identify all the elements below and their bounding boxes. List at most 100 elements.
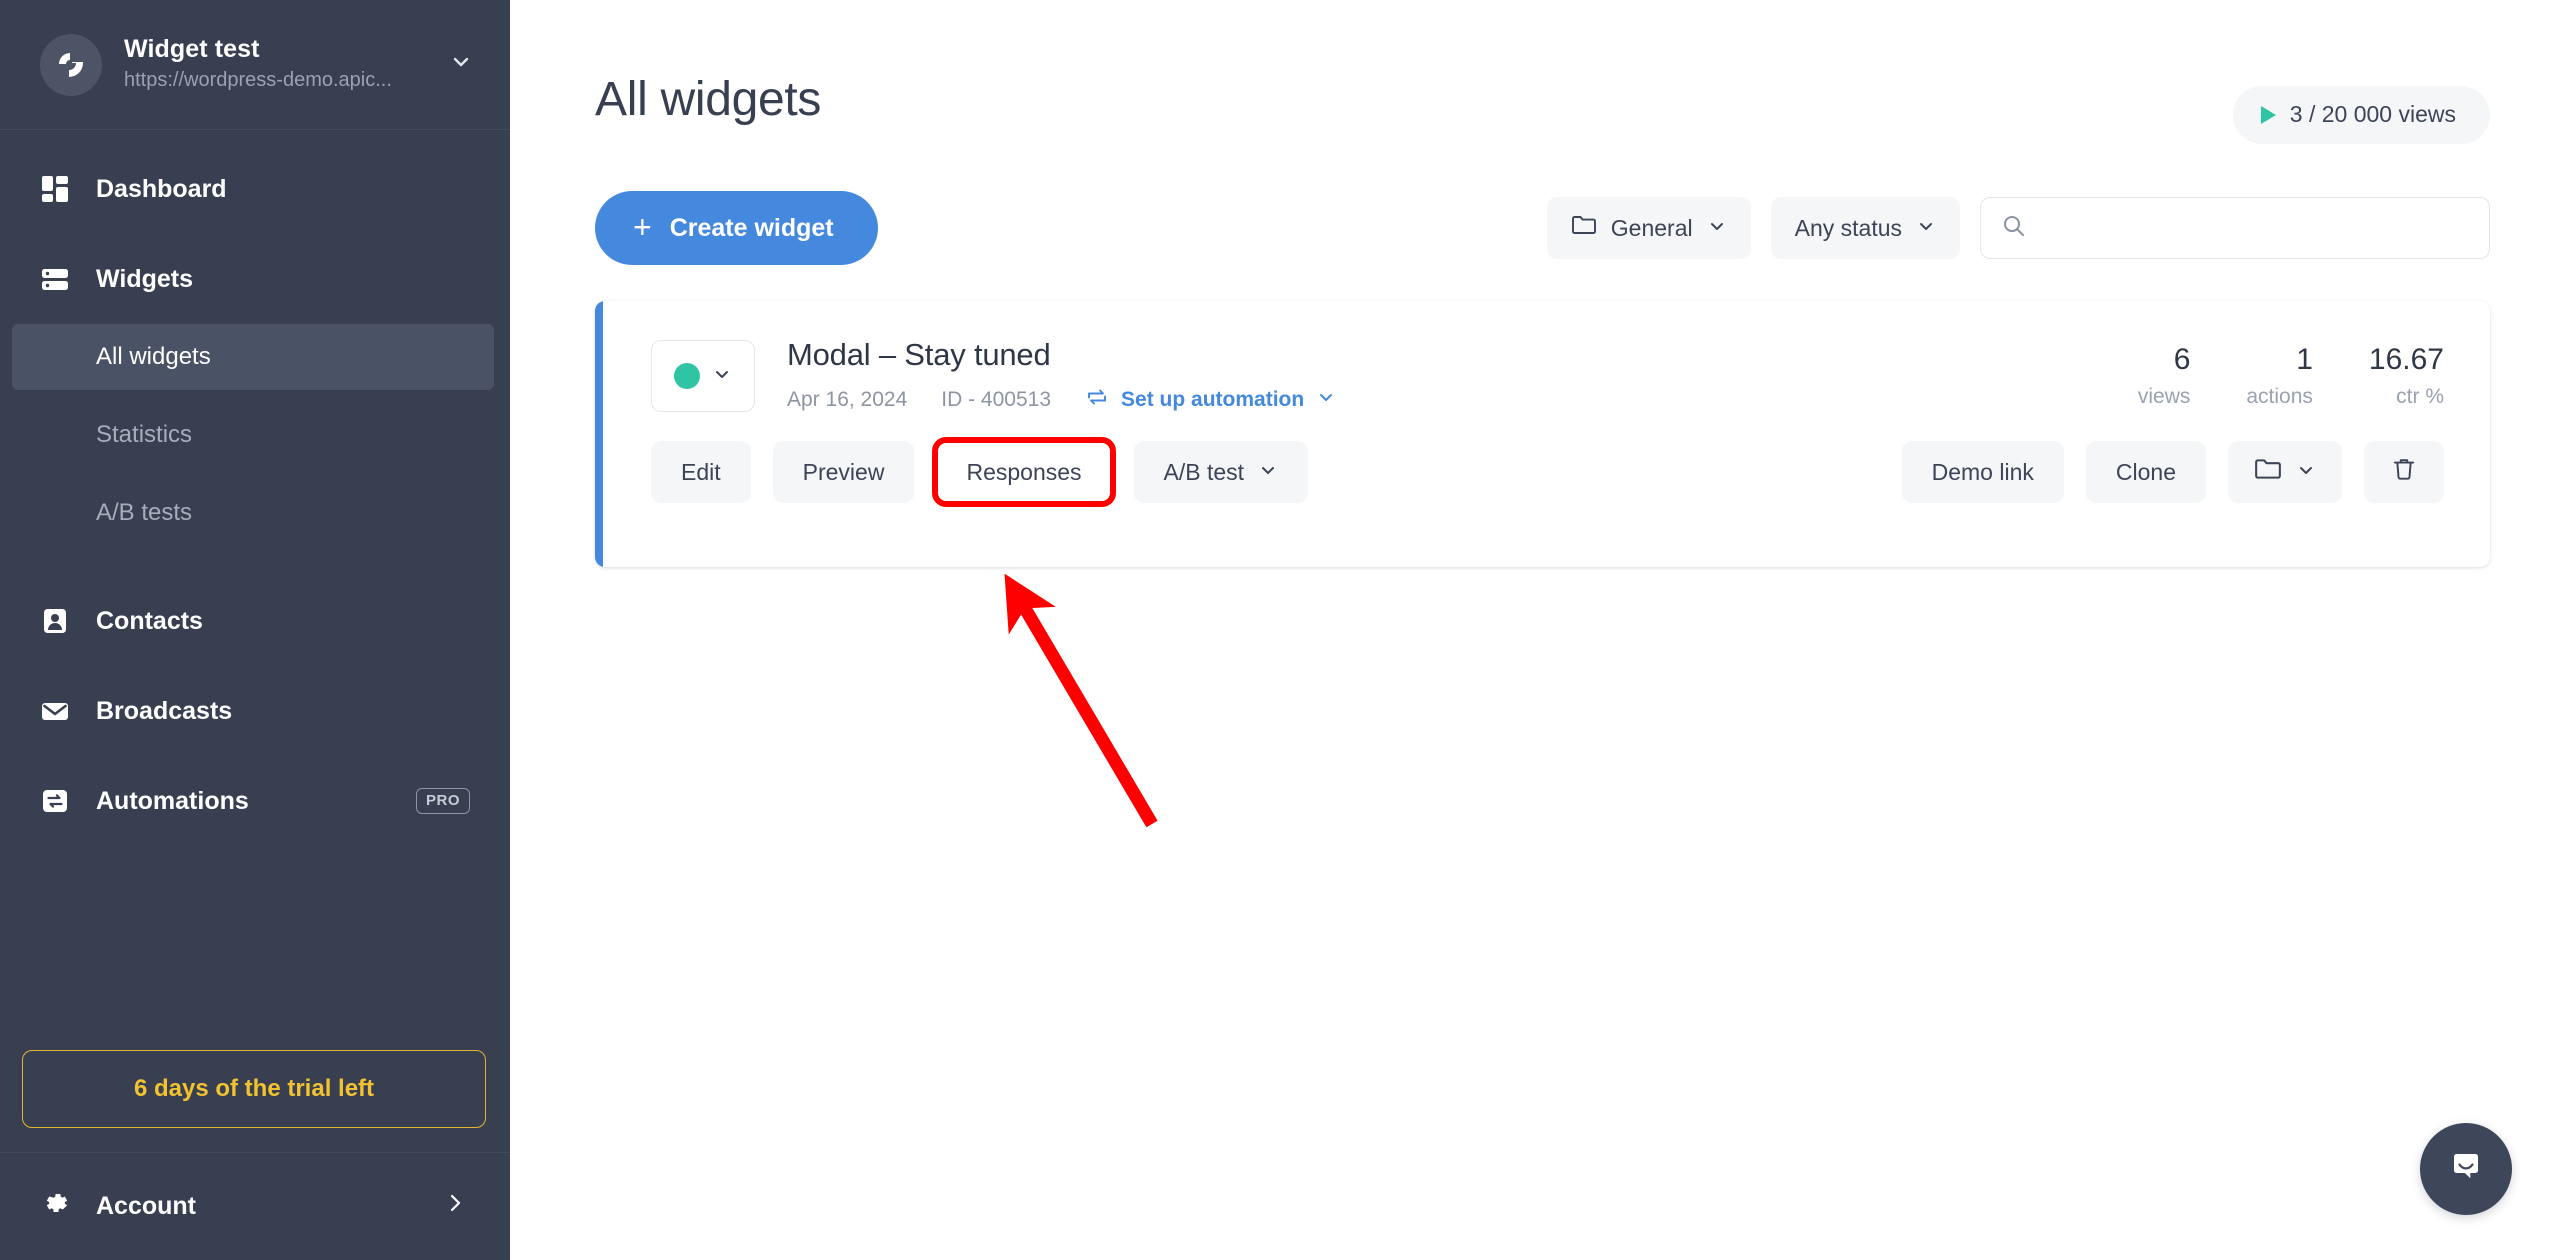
demo-link-label: Demo link (1931, 458, 2034, 485)
widget-actions-right: Demo link Clone (1901, 441, 2444, 503)
responses-label: Responses (966, 458, 1082, 485)
widget-info: Modal – Stay tuned Apr 16, 2024 ID - 400… (787, 337, 2082, 415)
setup-automation-link[interactable]: Set up automation (1085, 385, 1336, 415)
delete-button[interactable] (2364, 441, 2444, 503)
sidebar-nav: Dashboard Widgets All widgets Statistics… (0, 130, 510, 1050)
workspace-switcher[interactable]: Widget test https://wordpress-demo.apic.… (0, 0, 510, 130)
chevron-right-icon[interactable] (444, 1192, 466, 1221)
status-dot-icon (674, 363, 700, 389)
automation-loop-icon (1085, 385, 1109, 415)
clone-label: Clone (2115, 458, 2176, 485)
app-root: Widget test https://wordpress-demo.apic.… (0, 0, 2560, 1260)
trial-banner[interactable]: 6 days of the trial left (22, 1050, 486, 1128)
folder-filter-label: General (1610, 214, 1693, 241)
folder-filter-button[interactable]: General (1546, 197, 1751, 259)
stat-label: actions (2246, 385, 2313, 408)
sidebar-item-account[interactable]: Account (0, 1152, 510, 1260)
views-quota-badge: 3 / 20 000 views (2232, 86, 2490, 144)
search-input[interactable] (2041, 214, 2469, 242)
status-filter-button[interactable]: Any status (1770, 197, 1960, 259)
create-widget-button[interactable]: + Create widget (595, 191, 878, 265)
trial-label: 6 days of the trial left (133, 1075, 375, 1102)
stat-value: 1 (2296, 343, 2313, 376)
widget-card-top: Modal – Stay tuned Apr 16, 2024 ID - 400… (595, 301, 2490, 415)
sidebar-item-label: Broadcasts (96, 696, 233, 725)
stat-actions: 1 actions (2190, 343, 2313, 409)
main-content: All widgets 3 / 20 000 views + Create wi… (510, 0, 2560, 1260)
preview-button[interactable]: Preview (772, 441, 915, 503)
chevron-down-icon[interactable] (444, 51, 472, 78)
sidebar-item-contacts[interactable]: Contacts (0, 588, 510, 654)
sidebar-item-automations[interactable]: Automations PRO (0, 768, 510, 834)
chevron-down-icon (1916, 215, 1936, 242)
contact-person-icon (40, 606, 70, 636)
folder-icon (2254, 455, 2282, 489)
sidebar-item-all-widgets[interactable]: All widgets (12, 324, 494, 390)
sidebar-subitem-label: A/B tests (96, 499, 193, 526)
clone-button[interactable]: Clone (2085, 441, 2206, 503)
intercom-chat-icon (2443, 1144, 2489, 1195)
preview-label: Preview (802, 458, 885, 485)
widget-card-actions: Edit Preview Responses A/B test Demo lin… (595, 415, 2490, 507)
stat-ctr: 16.67 ctr % (2313, 343, 2444, 409)
sidebar-item-dashboard[interactable]: Dashboard (0, 156, 510, 222)
sidebar-item-label: Automations (96, 786, 249, 815)
widget-status-toggle[interactable] (651, 340, 755, 412)
automation-loop-icon (40, 786, 70, 816)
chevron-down-icon (1316, 387, 1336, 413)
create-widget-label: Create widget (669, 213, 834, 242)
chevron-down-icon (712, 364, 732, 389)
claspo-logo-icon (40, 33, 102, 96)
search-box[interactable] (1980, 197, 2490, 259)
trial-banner-wrap: 6 days of the trial left (0, 1050, 510, 1128)
intercom-launcher[interactable] (2420, 1123, 2512, 1215)
folder-icon (1571, 212, 1597, 244)
plus-icon: + (633, 208, 652, 245)
move-to-folder-button[interactable] (2228, 441, 2342, 503)
envelope-icon (40, 696, 70, 726)
sidebar-item-label: Contacts (96, 606, 203, 635)
play-triangle-icon (2260, 105, 2276, 124)
workspace-text: Widget test https://wordpress-demo.apic.… (124, 34, 422, 95)
status-filter-label: Any status (1794, 214, 1902, 241)
account-label: Account (96, 1192, 196, 1220)
trash-icon (2390, 455, 2418, 489)
page-header: All widgets 3 / 20 000 views (595, 0, 2490, 144)
ab-test-label: A/B test (1163, 458, 1245, 485)
sidebar-item-ab-tests[interactable]: A/B tests (0, 480, 510, 546)
workspace-name: Widget test (124, 34, 260, 63)
sidebar-item-label: Widgets (96, 264, 193, 293)
stat-label: views (2137, 385, 2191, 408)
edit-button[interactable]: Edit (651, 441, 751, 503)
sidebar-item-statistics[interactable]: Statistics (0, 402, 510, 468)
stat-value: 6 (2173, 343, 2191, 376)
workspace-url: https://wordpress-demo.apic... (124, 69, 392, 92)
sidebar-subitem-label: All widgets (96, 343, 211, 370)
gear-icon (40, 1188, 70, 1225)
chevron-down-icon (2296, 459, 2316, 486)
card-accent-bar (595, 301, 603, 567)
responses-button[interactable]: Responses (932, 437, 1116, 507)
demo-link-button[interactable]: Demo link (1901, 441, 2064, 503)
edit-label: Edit (681, 458, 721, 485)
ab-test-button[interactable]: A/B test (1133, 441, 1309, 503)
sidebar-item-broadcasts[interactable]: Broadcasts (0, 678, 510, 744)
widget-meta: Apr 16, 2024 ID - 400513 Set up automati… (787, 385, 2082, 415)
widget-name: Modal – Stay tuned (787, 337, 1051, 372)
toolbar: + Create widget General Any status (595, 191, 2490, 265)
sidebar: Widget test https://wordpress-demo.apic.… (0, 0, 510, 1260)
stat-label: ctr % (2396, 385, 2444, 408)
widget-card: Modal – Stay tuned Apr 16, 2024 ID - 400… (595, 301, 2490, 567)
sidebar-subitem-label: Statistics (96, 421, 193, 448)
widgets-list-icon (40, 264, 70, 294)
sidebar-item-widgets[interactable]: Widgets (0, 246, 510, 312)
chevron-down-icon (1258, 459, 1278, 486)
sidebar-item-label: Dashboard (96, 174, 227, 203)
